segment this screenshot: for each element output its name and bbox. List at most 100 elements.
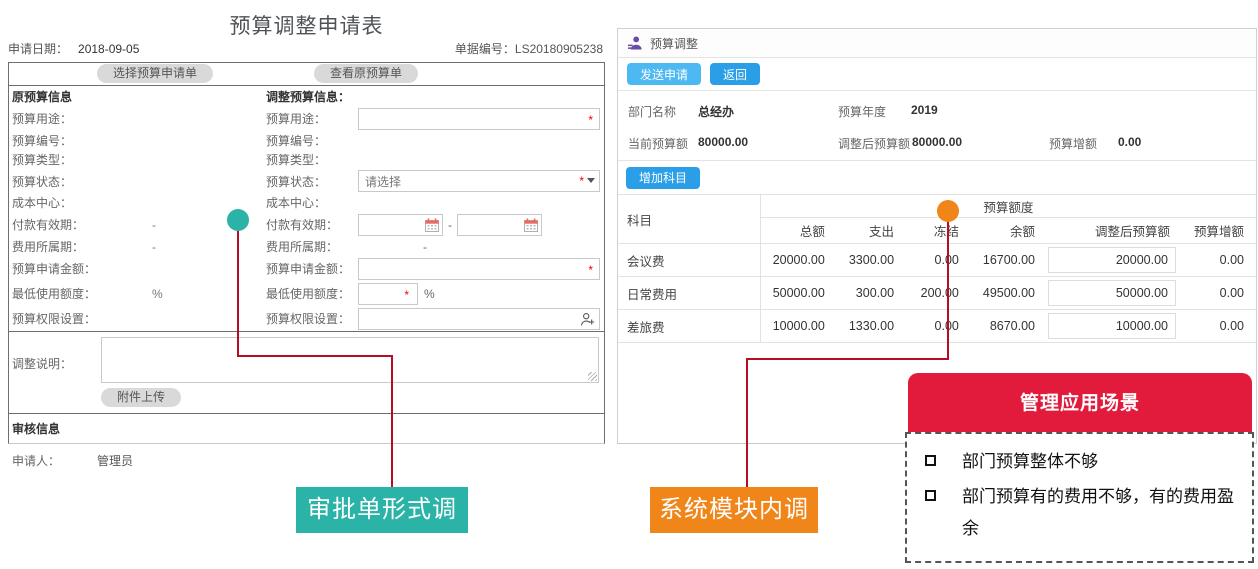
module-title-bar: 预算调整 bbox=[618, 29, 1256, 58]
col-header-spent: 支出 bbox=[837, 218, 906, 244]
total-cell: 50000.00 bbox=[760, 277, 837, 310]
orig-expenseperiod-value: - bbox=[152, 240, 156, 254]
spent-cell: 3300.00 bbox=[837, 244, 906, 277]
summary-info: 部门名称 总经办 预算年度 2019 当前预算额 80000.00 调整后预算额… bbox=[618, 91, 1256, 161]
screenshot-root: 预算调整申请表 申请日期：2018-09-05 单据编号：LS201809052… bbox=[0, 0, 1258, 569]
required-star: * bbox=[588, 263, 593, 277]
adj-purpose-label: 预算用途： bbox=[266, 110, 358, 127]
adj-costcenter-label: 成本中心： bbox=[266, 194, 358, 211]
scenario-box: 部门预算整体不够 部门预算有的费用不够，有的费用盈余 bbox=[905, 432, 1254, 563]
year-value: 2019 bbox=[911, 103, 938, 117]
view-original-budget-button[interactable]: 查看原预算单 bbox=[314, 64, 418, 83]
remark-textarea[interactable] bbox=[101, 337, 599, 383]
square-bullet-icon bbox=[925, 490, 936, 501]
calendar-icon[interactable] bbox=[425, 218, 439, 232]
table-toolbar: 增加科目 bbox=[618, 161, 1256, 194]
balance-cell: 49500.00 bbox=[971, 277, 1047, 310]
pay-period-end-input[interactable] bbox=[457, 214, 542, 236]
connector-line bbox=[746, 358, 748, 487]
scenario-title: 管理应用场景 bbox=[908, 373, 1252, 432]
form-title: 预算调整申请表 bbox=[8, 10, 605, 40]
request-amount-input[interactable]: * bbox=[358, 258, 600, 280]
adj-minquota-label: 最低使用额度： bbox=[266, 285, 358, 302]
form-button-bar: 选择预算申请单 查看原预算单 bbox=[9, 63, 604, 86]
send-request-button[interactable]: 发送申请 bbox=[627, 63, 701, 85]
connector-line bbox=[746, 358, 949, 360]
select-budget-request-button[interactable]: 选择预算申请单 bbox=[97, 64, 213, 83]
min-quota-input[interactable]: * bbox=[358, 283, 418, 305]
table-row: 日常费用 50000.00 300.00 200.00 49500.00 500… bbox=[618, 277, 1256, 310]
adj-type-label: 预算类型： bbox=[266, 151, 358, 168]
total-cell: 20000.00 bbox=[760, 244, 837, 277]
orig-status-label: 预算状态： bbox=[12, 173, 152, 190]
increase-label: 预算增额 bbox=[1049, 135, 1097, 152]
col-header-subject: 科目 bbox=[618, 195, 760, 244]
connector-line bbox=[237, 355, 393, 357]
orig-code-label: 预算编号： bbox=[12, 132, 152, 149]
orig-payperiod-value: - bbox=[152, 218, 156, 232]
orig-expenseperiod-label: 费用所属期： bbox=[12, 238, 152, 255]
orig-amount-label: 预算申请金额： bbox=[12, 260, 152, 277]
audit-section: 审核信息 申请人： 管理员 bbox=[9, 413, 604, 469]
orig-costcenter-label: 成本中心： bbox=[12, 194, 152, 211]
increase-cell: 0.00 bbox=[1182, 277, 1256, 310]
doc-no-label: 单据编号： bbox=[455, 42, 515, 56]
back-button[interactable]: 返回 bbox=[710, 63, 760, 85]
status-select[interactable]: 请选择 * bbox=[358, 170, 600, 192]
module-title: 预算调整 bbox=[650, 35, 698, 52]
module-toolbar: 发送申请 返回 bbox=[618, 58, 1256, 91]
resize-grip[interactable] bbox=[588, 372, 597, 381]
adjusted-budget-value: 80000.00 bbox=[912, 135, 962, 149]
apply-date: 申请日期：2018-09-05 bbox=[8, 40, 139, 57]
adjusted-budget-label: 调整后预算额 bbox=[838, 135, 910, 152]
total-cell: 10000.00 bbox=[760, 310, 837, 343]
pay-period-start-input[interactable] bbox=[358, 214, 443, 236]
budget-adjust-form: 选择预算申请单 查看原预算单 原预算信息 调整预算信息： 预算用途： 预算用途：… bbox=[8, 62, 605, 444]
orig-purpose-label: 预算用途： bbox=[12, 110, 152, 127]
spent-cell: 300.00 bbox=[837, 277, 906, 310]
adj-permission-label: 预算权限设置： bbox=[266, 310, 358, 327]
approval-form-callout: 审批单形式调整 bbox=[296, 487, 468, 533]
adj-payperiod-label: 付款有效期： bbox=[266, 216, 358, 233]
square-bullet-icon bbox=[925, 455, 936, 466]
adjusted-budget-input[interactable]: 20000.00 bbox=[1048, 247, 1176, 273]
col-header-increase: 预算增额 bbox=[1182, 218, 1256, 244]
apply-date-label: 申请日期： bbox=[8, 42, 68, 56]
add-person-icon[interactable] bbox=[580, 312, 595, 327]
range-dash: - bbox=[448, 218, 452, 232]
table-row: 差旅费 10000.00 1330.00 0.00 8670.00 10000.… bbox=[618, 310, 1256, 343]
chevron-down-icon bbox=[587, 178, 595, 183]
calendar-icon[interactable] bbox=[524, 218, 538, 232]
budget-permission-input[interactable] bbox=[358, 308, 600, 330]
purpose-input[interactable]: * bbox=[358, 108, 600, 130]
add-subject-button[interactable]: 增加科目 bbox=[626, 167, 700, 189]
scenario-item: 部门预算有的费用不够，有的费用盈余 bbox=[919, 481, 1238, 544]
adj-code-label: 预算编号： bbox=[266, 132, 358, 149]
col-header-total: 总额 bbox=[760, 218, 837, 244]
teal-marker-dot bbox=[227, 209, 249, 231]
required-star: * bbox=[404, 288, 409, 302]
increase-cell: 0.00 bbox=[1182, 244, 1256, 277]
col-header-balance: 余额 bbox=[971, 218, 1047, 244]
doc-no: 单据编号：LS20180905238 bbox=[455, 40, 603, 57]
dept-value: 总经办 bbox=[698, 103, 734, 120]
person-icon bbox=[627, 35, 643, 51]
attachment-upload-button[interactable]: 附件上传 bbox=[101, 388, 181, 407]
adjusted-budget-input[interactable]: 10000.00 bbox=[1048, 313, 1176, 339]
module-adjust-callout: 系统模块内调整 bbox=[650, 487, 818, 533]
percent-suffix: % bbox=[424, 287, 435, 301]
adj-expenseperiod-value: - bbox=[423, 240, 427, 254]
adj-status-label: 预算状态： bbox=[266, 173, 358, 190]
adjusted-budget-input[interactable]: 50000.00 bbox=[1048, 280, 1176, 306]
orig-minquota-label: 最低使用额度： bbox=[12, 285, 152, 302]
adjust-section-title: 调整预算信息： bbox=[266, 88, 350, 105]
increase-value: 0.00 bbox=[1118, 135, 1141, 149]
table-row: 会议费 20000.00 3300.00 0.00 16700.00 20000… bbox=[618, 244, 1256, 277]
spent-cell: 1330.00 bbox=[837, 310, 906, 343]
connector-line bbox=[947, 221, 949, 360]
col-header-frozen: 冻结 bbox=[906, 218, 971, 244]
orig-payperiod-label: 付款有效期： bbox=[12, 216, 152, 233]
current-budget-value: 80000.00 bbox=[698, 135, 748, 149]
connector-line bbox=[237, 229, 239, 356]
dept-label: 部门名称 bbox=[628, 103, 676, 120]
